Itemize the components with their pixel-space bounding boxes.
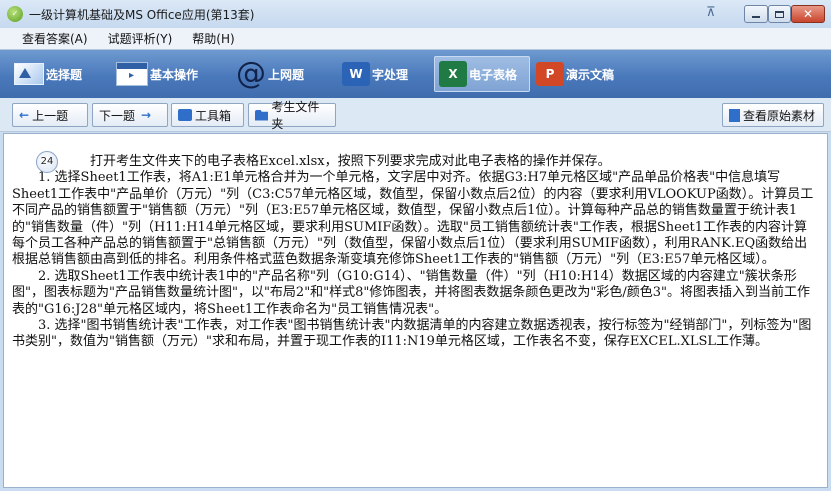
ribbon-tab-label: 演示文稿	[566, 67, 615, 82]
question-content: 24 打开考生文件夹下的电子表格Excel.xlsx，按照下列要求完成对此电子表…	[3, 133, 828, 488]
question-part-3: 3. 选择"图书销售统计表"工作表，对工作表"图书销售统计表"内数据清单的内容建…	[12, 318, 812, 350]
next-question-button[interactable]: 下一题 →	[92, 103, 168, 127]
pin-icon[interactable]: ⊼	[706, 5, 722, 21]
minimize-icon	[752, 16, 760, 18]
ribbon-tab-internet[interactable]: @ 上网题	[236, 56, 316, 92]
menu-bar: 查看答案(A) 试题评析(Y) 帮助(H)	[0, 28, 831, 50]
next-question-label: 下一题	[99, 108, 136, 123]
student-folder-button[interactable]: 考生文件夹	[248, 100, 336, 131]
menu-view-answer[interactable]: 查看答案(A)	[22, 30, 88, 47]
toolbox-label: 工具箱	[195, 108, 232, 123]
question-part-2: 2. 选取Sheet1工作表中统计表1中的"产品名称"列（G10:G14）、"销…	[12, 268, 811, 317]
folder-icon	[255, 109, 269, 121]
question-part-1: 1. 选择Sheet1工作表，将A1:E1单元格合并为一个单元格，文字居中对齐。…	[12, 170, 814, 268]
ribbon-tab-choice[interactable]: 选择题	[14, 56, 96, 92]
select-icon	[14, 63, 44, 85]
app-logo-icon: ✓	[7, 6, 23, 22]
toolbox-button[interactable]: 工具箱	[171, 103, 244, 127]
close-button[interactable]: ✕	[791, 5, 825, 23]
ribbon-tab-label: 电子表格	[469, 67, 518, 82]
close-icon: ✕	[802, 7, 814, 21]
maximize-button[interactable]	[768, 5, 791, 23]
title-bar: ✓ 一级计算机基础及MS Office应用(第13套) ⊼ ✕	[0, 0, 831, 28]
menu-help[interactable]: 帮助(H)	[192, 30, 234, 47]
ribbon-tab-basic-ops[interactable]: 基本操作	[116, 56, 212, 92]
view-source-material-button[interactable]: 查看原始素材	[722, 103, 824, 127]
arrow-left-icon: ←	[19, 108, 30, 122]
toolbar: ← 上一题 下一题 → 工具箱 考生文件夹 查看原始素材	[0, 98, 831, 132]
ribbon-tab-label: 基本操作	[150, 67, 199, 82]
excel-icon: X	[439, 61, 467, 87]
ribbon-tab-ppt[interactable]: P 演示文稿	[536, 56, 632, 92]
minimize-button[interactable]	[744, 5, 768, 23]
word-icon: W	[342, 62, 370, 86]
document-icon	[729, 108, 740, 122]
arrow-right-icon: →	[141, 108, 152, 122]
internet-icon: @	[236, 56, 266, 91]
ppt-icon: P	[536, 62, 564, 86]
window-title: 一级计算机基础及MS Office应用(第13套)	[29, 7, 255, 22]
ribbon-tab-word[interactable]: W 字处理	[342, 56, 424, 92]
student-folder-label: 考生文件夹	[271, 100, 320, 131]
question-intro: 打开考生文件夹下的电子表格Excel.xlsx，按照下列要求完成对此电子表格的操…	[90, 154, 611, 169]
ribbon-tab-label: 选择题	[46, 67, 83, 82]
question-number-badge: 24	[36, 151, 58, 173]
ribbon-tab-label: 上网题	[268, 67, 305, 82]
ribbon-tab-label: 字处理	[372, 67, 409, 82]
basic-ops-icon	[116, 62, 148, 86]
menu-question-analysis[interactable]: 试题评析(Y)	[108, 30, 173, 47]
maximize-icon	[775, 10, 784, 18]
ribbon: 选择题 基本操作 @ 上网题 W 字处理 X 电子表格 P 演示文稿	[0, 50, 831, 98]
view-source-material-label: 查看原始素材	[743, 108, 816, 123]
toolbox-icon	[178, 109, 192, 121]
ribbon-tab-excel[interactable]: X 电子表格	[434, 56, 530, 92]
prev-question-button[interactable]: ← 上一题	[12, 103, 88, 127]
prev-question-label: 上一题	[32, 108, 69, 123]
